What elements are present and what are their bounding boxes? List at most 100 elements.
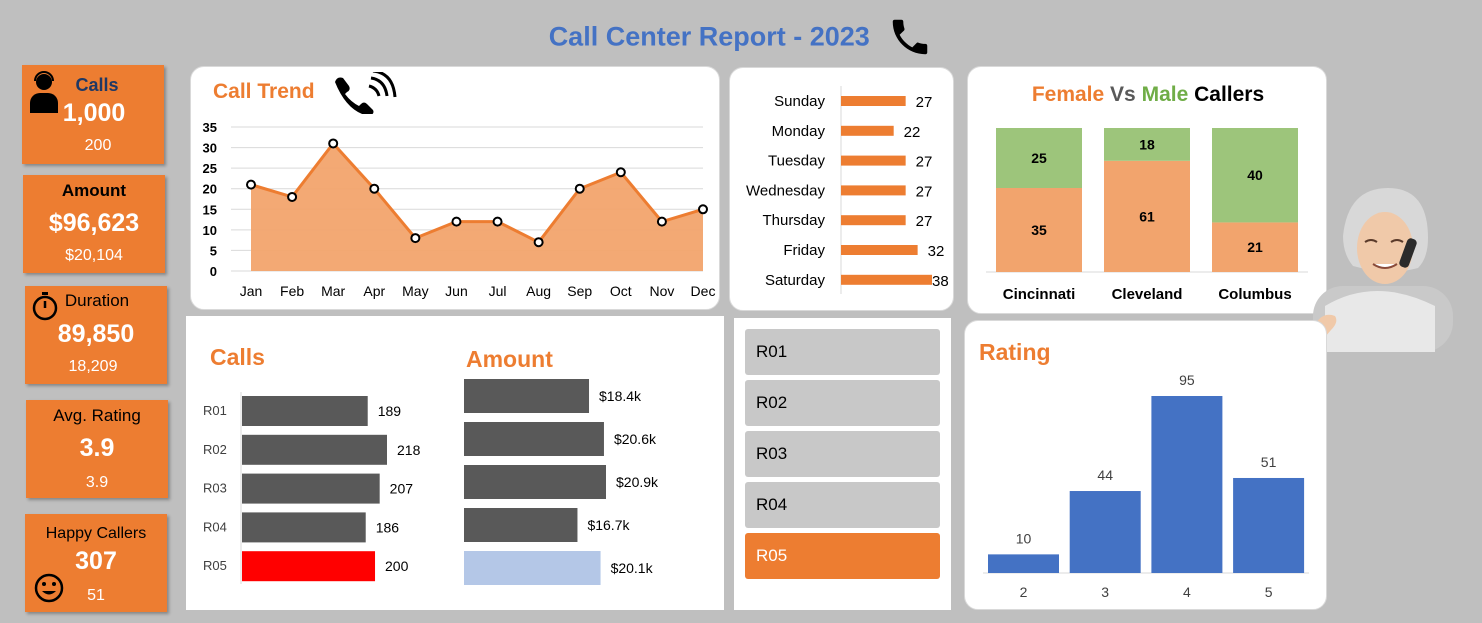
stopwatch-icon [32, 292, 58, 321]
trend-point [574, 183, 585, 194]
rep-charts: R01 189 R02 218 R03 207 R04 186 R05 200 $18.4k $20.… [203, 379, 659, 585]
gender-chart: 35 25 Cincinnati 61 18 Cleveland 21 40 Columbus [986, 128, 1308, 303]
calls-data-label: 189 [378, 403, 402, 419]
amount-data-label: $20.1k [611, 560, 654, 576]
rating-x-label: 2 [1020, 584, 1028, 600]
x-tick-label: Jul [489, 283, 507, 299]
weekday-data-label: 22 [904, 124, 921, 141]
kpi-happy-card: Happy Callers 307 51 [25, 514, 167, 612]
slicer-item-r03[interactable]: R03 [745, 431, 940, 477]
y-tick-label: 0 [210, 264, 217, 279]
trend-point [369, 183, 380, 194]
trend-point [698, 204, 708, 215]
trend-point [615, 167, 626, 178]
kpi-amount-label: Amount [61, 181, 127, 200]
amount-bar [464, 551, 601, 585]
rating-chart: 10 2 44 3 95 4 51 5 [983, 372, 1309, 600]
kpi-duration-card: Duration 89,850 18,209 [25, 286, 167, 384]
rating-bar [1233, 477, 1305, 573]
rating-bar [1151, 396, 1223, 573]
kpi-calls-card: Calls 1,000 200 [22, 65, 164, 164]
rep-label: R01 [203, 403, 227, 418]
weekday-data-label: 27 [916, 94, 933, 111]
call-trend-panel: Call Trend 0 5 10 15 20 25 30 35 Jan Feb Mar Apr May… [190, 66, 720, 310]
weekday-label: Thursday [762, 212, 825, 229]
kpi-duration-label: Duration [64, 291, 130, 310]
rating-data-label: 44 [1097, 467, 1113, 483]
x-tick-label: May [402, 283, 428, 299]
kpi-duration-value: 89,850 [57, 320, 135, 348]
slicer-item-r01[interactable]: R01 [745, 329, 940, 375]
weekday-data-label: 27 [916, 213, 933, 230]
y-tick-label: 35 [203, 120, 217, 135]
weekday-data-label: 38 [932, 273, 949, 290]
amount-bar [464, 465, 606, 499]
report-title-text: Call Center Report - 2023 [548, 21, 870, 52]
rep-label: R02 [203, 442, 227, 457]
kpi-amount-card: Amount $96,623 $20,104 [23, 175, 165, 273]
weekday-bar [841, 185, 906, 196]
gender-panel: Female Vs Male Callers 35 25 Cincinnati 61 1… [967, 66, 1327, 314]
rating-bar [988, 554, 1059, 573]
weekday-label: Tuesday [768, 153, 825, 170]
report-title: Call Center Report - 2023 [0, 14, 1482, 60]
trend-point [451, 216, 462, 227]
rating-data-label: 10 [1016, 530, 1032, 546]
weekday-data-label: 32 [928, 243, 945, 260]
male-data-label: 18 [1139, 136, 1155, 152]
weekday-label: Friday [783, 242, 825, 259]
weekday-data-label: 27 [916, 154, 933, 171]
x-tick-label: Mar [321, 283, 345, 299]
calls-bar [242, 473, 380, 504]
trend-point [656, 216, 667, 227]
weekday-label: Monday [772, 123, 826, 140]
female-data-label: 61 [1139, 208, 1155, 224]
kpi-calls-sub: 200 [84, 137, 112, 154]
city-label: Columbus [1218, 286, 1291, 303]
x-tick-label: Sep [567, 283, 592, 299]
kpi-rating-label: Avg. Rating [53, 406, 141, 425]
x-tick-label: Jan [240, 283, 263, 299]
rep-panel: Calls Amount R01 189 R02 218 R03 207 R04 186 R05… [186, 316, 724, 610]
calls-data-label: 207 [390, 481, 414, 497]
trend-point [410, 233, 421, 244]
x-tick-label: Oct [610, 283, 632, 299]
weekday-chart: Sunday 27 Monday 22 Tuesday 27 Wednesday 27 Thur… [746, 86, 949, 294]
rep-label: R04 [203, 519, 227, 534]
x-tick-label: Nov [649, 283, 674, 299]
kpi-amount-value: $96,623 [48, 209, 140, 237]
kpi-duration-sub: 18,209 [68, 358, 118, 375]
weekday-bar [841, 215, 906, 226]
kpi-rating-card: Avg. Rating 3.9 3.9 [26, 400, 168, 498]
weekday-label: Sunday [774, 93, 825, 110]
calls-data-label: 186 [376, 519, 400, 535]
weekday-bar [841, 125, 894, 136]
weekday-bar [841, 274, 932, 285]
calls-data-label: 200 [385, 558, 409, 574]
kpi-calls-label: Calls [75, 75, 119, 95]
rating-data-label: 51 [1261, 454, 1277, 470]
trend-point [533, 237, 544, 248]
y-tick-label: 20 [203, 182, 217, 197]
amount-bar [464, 379, 590, 413]
rating-bar [1069, 491, 1141, 573]
city-label: Cleveland [1112, 286, 1183, 303]
slicer-item-r02[interactable]: R02 [745, 380, 940, 426]
amount-data-label: $20.6k [614, 431, 657, 447]
calls-bar [242, 434, 387, 465]
calls-bar [242, 551, 376, 582]
weekday-data-label: 27 [916, 183, 933, 200]
slicer-item-r05[interactable]: R05 [745, 533, 940, 579]
y-tick-label: 25 [203, 161, 217, 176]
x-tick-label: Apr [363, 283, 385, 299]
weekday-label: Saturday [765, 272, 826, 289]
male-data-label: 40 [1247, 167, 1263, 183]
weekday-bar [841, 155, 906, 166]
amount-data-label: $18.4k [599, 388, 642, 404]
amount-bar [464, 508, 578, 542]
trend-point [328, 138, 339, 149]
amount-data-label: $16.7k [587, 517, 630, 533]
y-tick-label: 5 [210, 243, 217, 258]
slicer-item-r04[interactable]: R04 [745, 482, 940, 528]
female-data-label: 21 [1247, 239, 1263, 255]
